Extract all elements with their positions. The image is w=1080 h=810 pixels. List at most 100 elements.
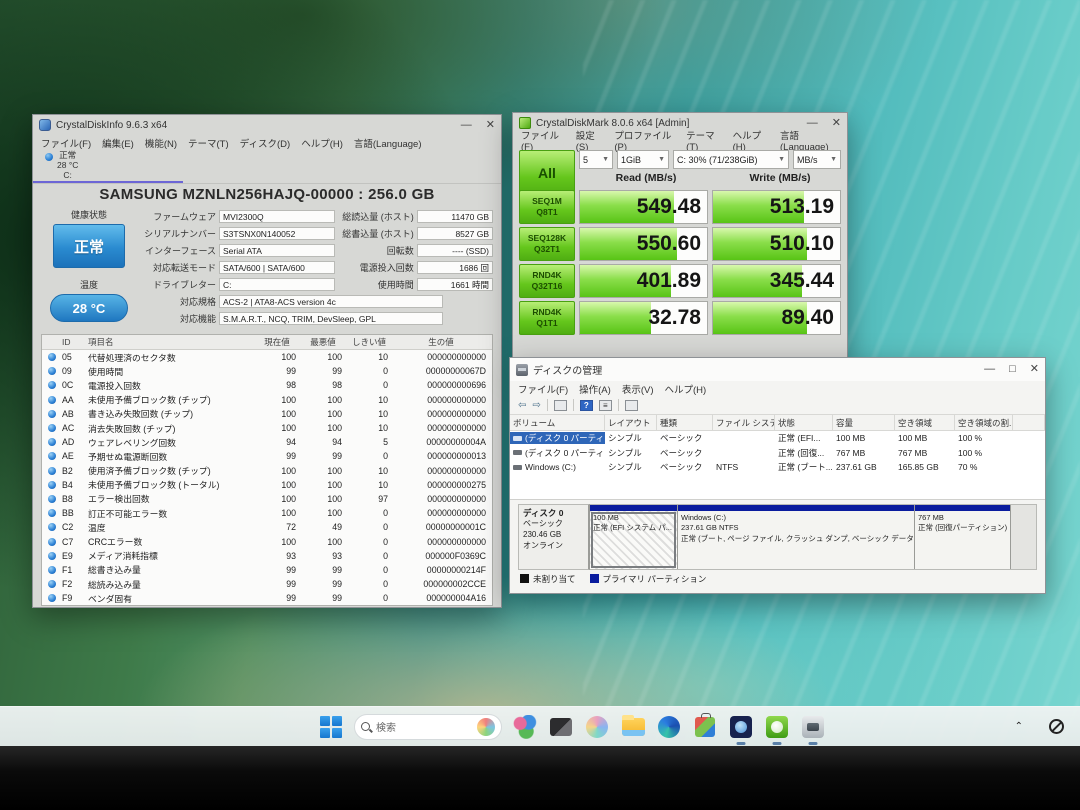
attribute-raw-value: 00000000001C: [396, 522, 492, 532]
smart-header-worst[interactable]: 最悪値: [304, 336, 350, 348]
cdi-menu-item[interactable]: ヘルプ(H): [301, 136, 343, 150]
attribute-status-dot-icon: [48, 481, 56, 489]
health-status-dot-icon: [45, 153, 53, 161]
partition-recovery[interactable]: 767 MB 正常 (回復パーティション): [915, 505, 1011, 569]
header-capacity[interactable]: 容量: [833, 415, 895, 430]
smart-header-raw[interactable]: 生の値: [396, 336, 492, 348]
dm-maximize-button[interactable]: □: [1009, 364, 1016, 375]
test-count-select[interactable]: 5▼: [579, 150, 613, 169]
smart-row[interactable]: C2 温度 72 49 0 00000000001C: [42, 520, 492, 534]
disk0-info-box[interactable]: ディスク 0 ベーシック 230.46 GB オンライン: [518, 504, 590, 570]
cdi-titlebar[interactable]: CrystalDiskInfo 9.6.3 x64 — ✕: [33, 115, 501, 135]
smart-row[interactable]: B4 未使用予備ブロック数 (トータル) 100 100 10 00000000…: [42, 478, 492, 492]
test-button[interactable]: RND4K Q1T1: [519, 301, 575, 335]
header-type[interactable]: 種類: [657, 415, 713, 430]
dm-minimize-button[interactable]: —: [984, 364, 995, 375]
smart-row[interactable]: E9 メディア消耗指標 93 93 0 000000F0369C: [42, 549, 492, 563]
smart-row[interactable]: AA 未使用予備ブロック数 (チップ) 100 100 10 000000000…: [42, 393, 492, 407]
test-button[interactable]: SEQ128K Q32T1: [519, 227, 575, 261]
cdi-menu-item[interactable]: 編集(E): [102, 136, 134, 150]
volume-row[interactable]: Windows (C:) シンプル ベーシック NTFS 正常 (ブート... …: [510, 460, 1045, 475]
attribute-status-dot-icon: [48, 452, 56, 460]
partition-efi[interactable]: 100 MB 正常 (EFI システム パ...: [590, 505, 678, 569]
cdi-menu-item[interactable]: 機能(N): [145, 136, 177, 150]
window-panel-icon[interactable]: [554, 400, 567, 411]
read-result-cell: 549.48: [579, 190, 708, 224]
test-button[interactable]: RND4K Q32T16: [519, 264, 575, 298]
cdi-close-button[interactable]: ✕: [486, 120, 495, 131]
smart-row[interactable]: AE 予期せぬ電源断回数 99 99 0 000000000013: [42, 449, 492, 463]
tray-chevron-up-icon[interactable]: ⌃: [1015, 721, 1023, 732]
cdi-minimize-button[interactable]: —: [461, 120, 472, 131]
smart-row[interactable]: F9 ベンダ固有 99 99 0 000000004A16: [42, 591, 492, 605]
temperature-button[interactable]: 28 °C: [50, 294, 128, 322]
attribute-raw-value: 000000004A16: [396, 593, 492, 603]
smart-row[interactable]: 09 使用時間 99 99 0 00000000067D: [42, 364, 492, 378]
list-view-icon[interactable]: ≡: [599, 400, 612, 411]
dm-menu-item[interactable]: ヘルプ(H): [664, 382, 706, 396]
cdi-menu-item[interactable]: ファイル(F): [41, 136, 91, 150]
smart-row[interactable]: 05 代替処理済のセクタ数 100 100 10 000000000000: [42, 350, 492, 364]
header-filesystem[interactable]: ファイル システム: [713, 415, 775, 430]
smart-row[interactable]: C7 CRCエラー数 100 100 0 000000000000: [42, 534, 492, 548]
unit-select[interactable]: MB/s▼: [793, 150, 841, 169]
header-free-percent[interactable]: 空き領域の割...: [955, 415, 1013, 430]
header-free-space[interactable]: 空き領域: [895, 415, 955, 430]
cdi-menu-item[interactable]: ディスク(D): [240, 136, 291, 150]
crystaldiskinfo-taskbar-button[interactable]: [728, 714, 754, 740]
smart-row[interactable]: F2 総読み込み量 99 99 0 000000002CCE: [42, 577, 492, 591]
tray-status-icon[interactable]: [1049, 719, 1064, 734]
dm-menu-item[interactable]: 表示(V): [622, 382, 654, 396]
forward-arrow-icon[interactable]: ⇨: [532, 400, 540, 411]
smart-row[interactable]: B8 エラー検出回数 100 100 97 000000000000: [42, 492, 492, 506]
cdi-menu-item[interactable]: 言語(Language): [354, 136, 422, 150]
drive-tab-c[interactable]: 正常 28 °C C:: [45, 150, 78, 183]
smart-header-threshold[interactable]: しきい値: [350, 336, 396, 348]
health-status-button[interactable]: 正常: [53, 224, 125, 268]
start-button[interactable]: [318, 714, 344, 740]
file-explorer-button[interactable]: [620, 714, 646, 740]
cdm-minimize-button[interactable]: —: [807, 118, 818, 129]
smart-header-name[interactable]: 項目名: [88, 336, 258, 348]
smart-row[interactable]: B2 使用済予備ブロック数 (チップ) 100 100 10 000000000…: [42, 464, 492, 478]
smart-row[interactable]: 0C 電源投入回数 98 98 0 000000000696: [42, 378, 492, 392]
header-volume[interactable]: ボリューム: [510, 415, 605, 430]
header-layout[interactable]: レイアウト: [605, 415, 657, 430]
help-icon[interactable]: ?: [580, 400, 593, 411]
crystaldiskmark-taskbar-button[interactable]: [764, 714, 790, 740]
volume-row[interactable]: (ディスク 0 パーティシ... シンプル ベーシック 正常 (回復... 76…: [510, 446, 1045, 461]
microsoft-store-button[interactable]: [692, 714, 718, 740]
disk-management-taskbar-button[interactable]: [800, 714, 826, 740]
volume-status: 正常 (EFI...: [775, 432, 833, 444]
info-field-row: 使用時間 1661 時間: [335, 276, 493, 293]
dm-menu-item[interactable]: ファイル(F): [518, 382, 568, 396]
copilot-button[interactable]: [584, 714, 610, 740]
cdi-menu-item[interactable]: テーマ(T): [188, 136, 229, 150]
target-drive-select[interactable]: C: 30% (71/238GiB)▼: [673, 150, 789, 169]
search-input[interactable]: 検索: [354, 714, 502, 740]
attribute-name: メディア消耗指標: [88, 549, 258, 562]
edge-button[interactable]: [656, 714, 682, 740]
widgets-button[interactable]: [512, 714, 538, 740]
crystaldiskinfo-window: CrystalDiskInfo 9.6.3 x64 — ✕ ファイル(F) 編集(…: [32, 114, 502, 608]
test-button[interactable]: SEQ1M Q8T1: [519, 190, 575, 224]
smart-row[interactable]: BB 訂正不可能エラー数 100 100 0 000000000000: [42, 506, 492, 520]
smart-header-current[interactable]: 現在値: [258, 336, 304, 348]
cdm-close-button[interactable]: ✕: [832, 118, 841, 129]
dm-titlebar[interactable]: ディスクの管理 — □ ✕: [510, 358, 1045, 381]
smart-header-id[interactable]: ID: [62, 337, 88, 347]
partition-windows-c[interactable]: Windows (C:) 237.61 GB NTFS 正常 (ブート, ページ…: [678, 505, 915, 569]
dm-close-button[interactable]: ✕: [1030, 364, 1039, 375]
volume-row[interactable]: (ディスク 0 パーティシ... シンプル ベーシック 正常 (EFI... 1…: [510, 431, 1045, 446]
smart-row[interactable]: F1 総書き込み量 99 99 0 00000000214F: [42, 563, 492, 577]
properties-icon[interactable]: [625, 400, 638, 411]
smart-row[interactable]: AB 書き込み失敗回数 (チップ) 100 100 10 00000000000…: [42, 407, 492, 421]
task-view-button[interactable]: [548, 714, 574, 740]
smart-row[interactable]: AC 消去失敗回数 (チップ) 100 100 10 000000000000: [42, 421, 492, 435]
smart-row[interactable]: AD ウェアレベリング回数 94 94 5 00000000004A: [42, 435, 492, 449]
test-size-select[interactable]: 1GiB▼: [617, 150, 669, 169]
field-label: 回転数: [335, 244, 417, 257]
back-arrow-icon[interactable]: ⇦: [518, 400, 526, 411]
dm-menu-item[interactable]: 操作(A): [579, 382, 611, 396]
header-status[interactable]: 状態: [775, 415, 833, 430]
